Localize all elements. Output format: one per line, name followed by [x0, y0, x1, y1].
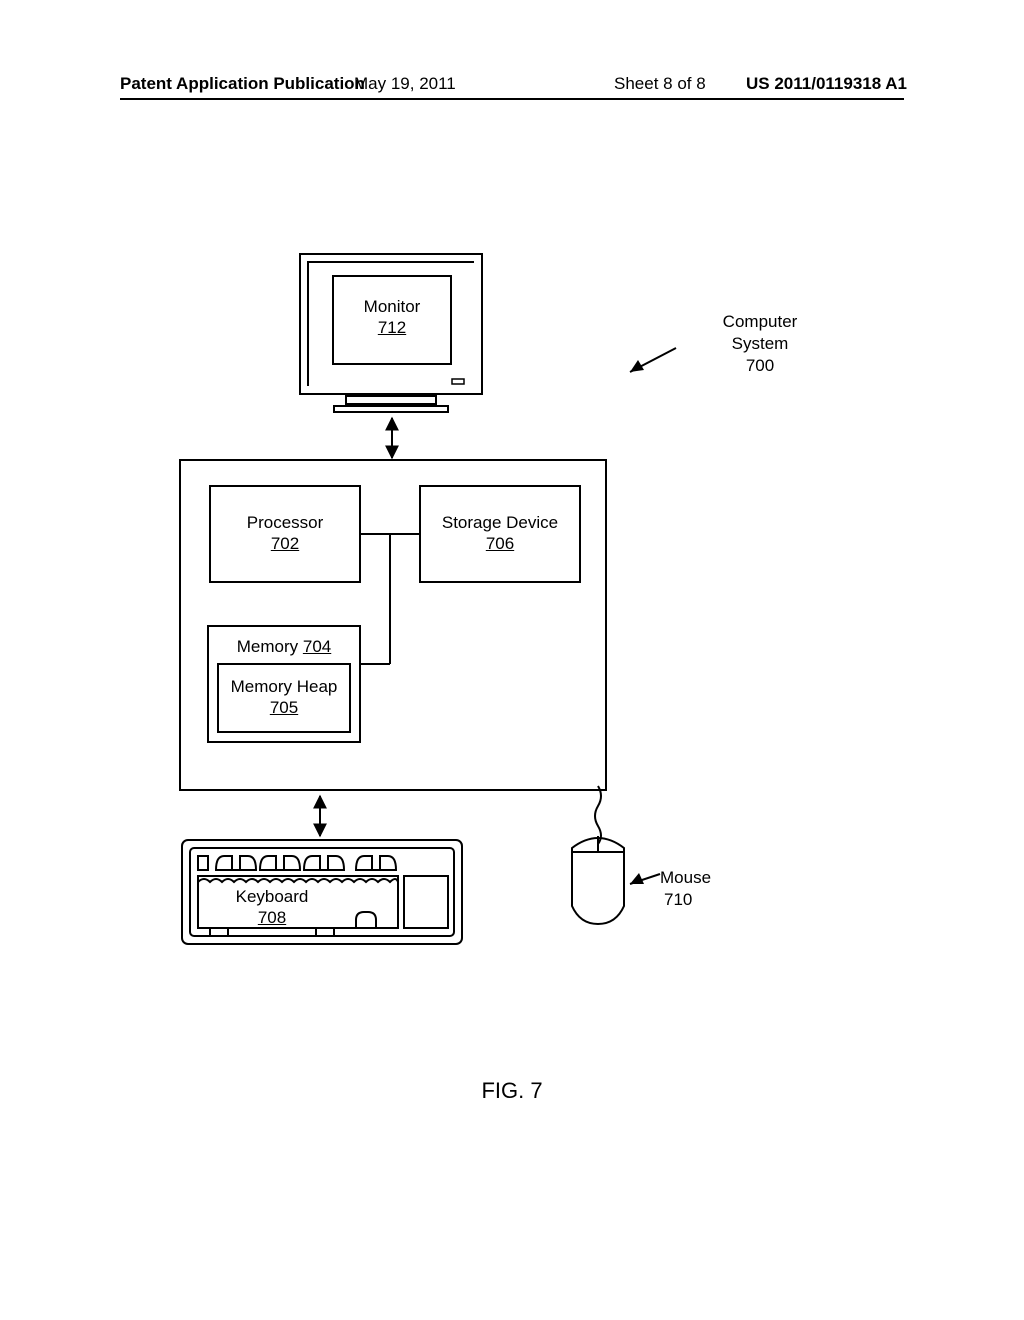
- system-leader: [630, 348, 676, 372]
- storage-label-text: Storage Device: [442, 513, 558, 532]
- heap-label-text: Memory Heap: [231, 677, 338, 696]
- system-label-text: Computer System: [723, 312, 798, 353]
- monitor-label-text: Monitor: [364, 297, 421, 316]
- page: Patent Application Publication May 19, 2…: [0, 0, 1024, 1320]
- heap-refnum: 705: [270, 698, 298, 717]
- mouse-label: Mouse: [660, 868, 711, 888]
- keyboard-label-text: Keyboard: [236, 887, 309, 906]
- keyboard-refnum: 708: [258, 908, 286, 927]
- storage-label: Storage Device 706: [420, 512, 580, 555]
- system-label: Computer System 700: [700, 311, 820, 377]
- mouse-icon: [572, 836, 624, 924]
- diagram-canvas: Monitor 712 Processor 702 Storage Device…: [120, 86, 904, 1234]
- diagram-svg: [120, 86, 904, 1086]
- processor-label-text: Processor: [247, 513, 324, 532]
- memory-refnum: 704: [303, 637, 331, 656]
- keyboard-label: Keyboard 708: [212, 886, 332, 929]
- heap-label: Memory Heap 705: [218, 676, 350, 719]
- memory-label: Memory 704: [208, 636, 360, 657]
- memory-label-text: Memory: [237, 637, 298, 656]
- storage-refnum: 706: [486, 534, 514, 553]
- mouse-leader: [630, 873, 660, 884]
- mouse-refnum: 710: [664, 890, 692, 910]
- system-refnum: 700: [746, 356, 774, 375]
- mouse-cable: [595, 786, 601, 844]
- monitor-label: Monitor 712: [333, 296, 451, 339]
- processor-refnum: 702: [271, 534, 299, 553]
- monitor-refnum: 712: [378, 318, 406, 337]
- processor-label: Processor 702: [210, 512, 360, 555]
- figure-label: FIG. 7: [0, 1078, 1024, 1104]
